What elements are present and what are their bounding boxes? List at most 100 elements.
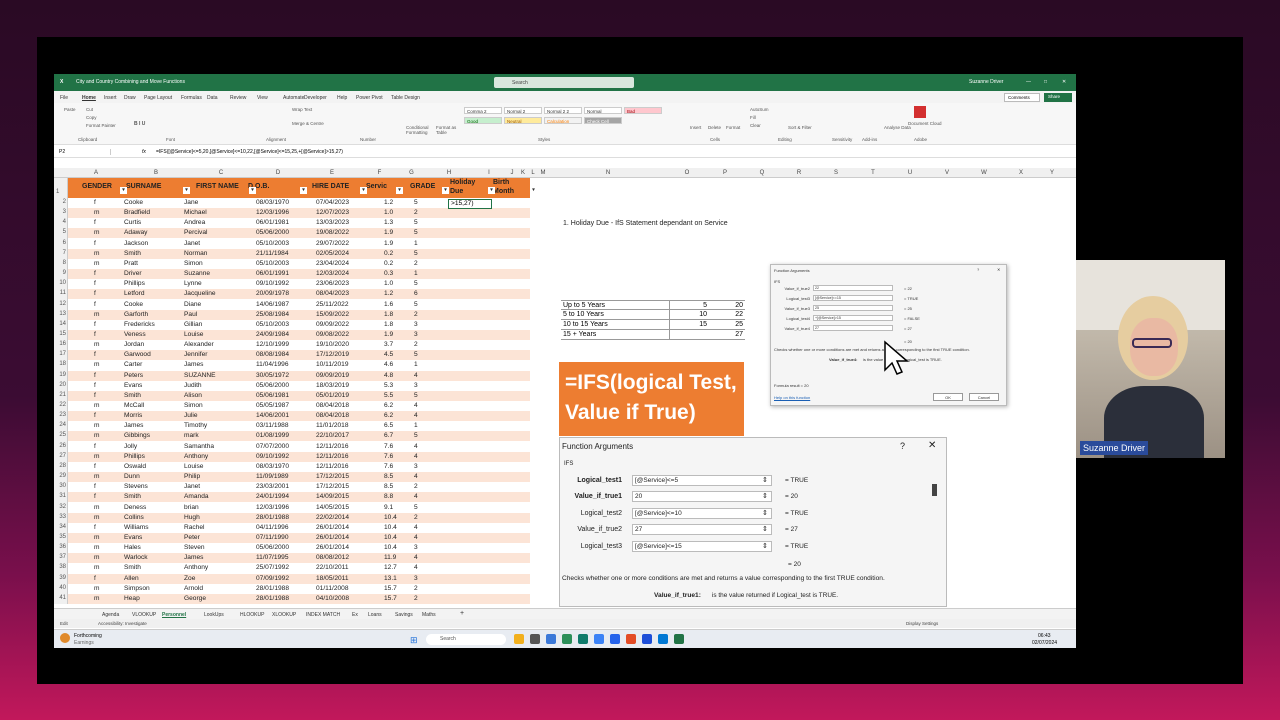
table-row[interactable]: 21 f Smith Alison 05/06/1981 05/01/2019 5.5 5 (59, 390, 530, 401)
table-cell[interactable]: Jacqueline (184, 290, 216, 297)
table-cell[interactable]: m (94, 595, 100, 602)
table-cell[interactable]: 19/08/2022 (316, 229, 349, 236)
table-cell[interactable]: m (94, 544, 100, 551)
table-cell[interactable]: 7.6 (384, 463, 393, 470)
argument-input[interactable]: 20 (632, 491, 772, 503)
table-cell[interactable]: Jolly (124, 443, 137, 450)
table-row[interactable]: 27 m Phillips Anthony 09/10/1992 12/11/2016 7.… (59, 451, 530, 462)
column-header-d[interactable]: D (254, 170, 302, 176)
table-cell[interactable]: SUZANNE (184, 372, 216, 379)
table-cell[interactable]: 11/04/1996 (256, 361, 289, 368)
table-cell[interactable]: f (94, 219, 96, 226)
table-row[interactable]: 17 f Garwood Jennifer 08/08/1984 17/12/2019 4.… (59, 350, 530, 361)
table-cell[interactable]: 1.8 (384, 321, 393, 328)
table-cell[interactable]: 05/06/1981 (256, 392, 289, 399)
filter-dropdown-icon[interactable]: ▾ (360, 187, 367, 194)
table-cell[interactable]: 5 (414, 504, 418, 511)
table-cell[interactable]: Hugh (184, 514, 200, 521)
header-birth-month[interactable]: Birth Month (493, 178, 527, 196)
table-cell[interactable]: Allen (124, 575, 139, 582)
table-cell[interactable]: 18/03/2019 (316, 382, 349, 389)
sheet-tab-index-match[interactable]: INDEX MATCH (306, 612, 340, 618)
table-cell[interactable]: 6.5 (384, 422, 393, 429)
table-cell[interactable]: 4 (414, 402, 418, 409)
table-cell[interactable]: Smith (124, 250, 141, 257)
cut-button[interactable]: Cut (86, 107, 93, 112)
collapse-dialog-icon[interactable]: ⇕ (762, 476, 768, 484)
table-cell[interactable]: James (184, 361, 203, 368)
table-cell[interactable]: Peter (184, 534, 200, 541)
table-cell[interactable]: Veness (124, 331, 146, 338)
table-cell[interactable]: f (94, 270, 96, 277)
table-cell[interactable]: 13.1 (384, 575, 397, 582)
column-header-o[interactable]: O (668, 170, 706, 176)
table-cell[interactable]: Pratt (124, 260, 138, 267)
table-cell[interactable]: 10.4 (384, 524, 397, 531)
insert-cells-button[interactable]: Insert (690, 125, 701, 130)
table-cell[interactable]: 2 (414, 209, 418, 216)
delete-cells-button[interactable]: Delete (708, 125, 721, 130)
table-cell[interactable]: Deness (124, 504, 146, 511)
table-row[interactable]: 14 f Fredericks Gillian 05/10/2003 09/09/2022… (59, 319, 530, 330)
table-cell[interactable]: Simon (184, 260, 203, 267)
column-header-c[interactable]: C (188, 170, 254, 176)
table-cell[interactable]: Timothy (184, 422, 207, 429)
table-cell[interactable]: 3 (414, 382, 418, 389)
table-cell[interactable]: Dunn (124, 473, 140, 480)
table-cell[interactable]: 26/01/2014 (316, 544, 349, 551)
column-header-u[interactable]: U (892, 170, 928, 176)
table-cell[interactable]: 3.7 (384, 341, 393, 348)
preview-argument-input[interactable]: [@Service]<=15 (813, 295, 893, 301)
display-settings[interactable]: Display Settings (906, 621, 938, 626)
dialog-scrollbar[interactable] (932, 484, 937, 496)
table-cell[interactable]: 7.6 (384, 453, 393, 460)
table-row[interactable]: 32 m Deness brian 12/03/1996 14/05/2015 9.1 5 (59, 502, 530, 513)
column-header-g[interactable]: G (397, 170, 426, 176)
column-header-b[interactable]: B (124, 170, 188, 176)
table-cell[interactable]: 2 (414, 483, 418, 490)
table-cell[interactable]: McCall (124, 402, 144, 409)
table-cell[interactable]: 08/03/1970 (256, 199, 289, 206)
table-cell[interactable]: 05/06/2000 (256, 382, 289, 389)
menu-file[interactable]: File (60, 95, 68, 101)
column-header-a[interactable]: A (68, 170, 124, 176)
table-cell[interactable]: 5 (414, 280, 418, 287)
table-cell[interactable]: Cooke (124, 301, 143, 308)
table-cell[interactable]: 06/01/1981 (256, 219, 289, 226)
table-cell[interactable]: 21/11/1984 (256, 250, 289, 257)
table-cell[interactable]: 4.5 (384, 351, 393, 358)
table-cell[interactable]: 1 (414, 240, 418, 247)
table-cell[interactable]: Letford (124, 290, 145, 297)
table-cell[interactable]: f (94, 382, 96, 389)
table-row[interactable]: 26 f Jolly Samantha 07/07/2000 12/11/2016 7.6 4 (59, 441, 530, 452)
filter-dropdown-icon[interactable]: ▾ (120, 187, 127, 194)
table-cell[interactable]: 17/12/2015 (316, 473, 349, 480)
addins-button[interactable]: Add-ins (862, 137, 877, 142)
table-row[interactable]: 12 f Cooke Diane 14/06/1987 25/11/2022 1.6 5 (59, 299, 530, 310)
table-row[interactable]: 19 f Peters SUZANNE 30/05/1972 09/09/2019 4.8 4 (59, 370, 530, 381)
header-first-name[interactable]: FIRST NAME (196, 183, 239, 190)
table-cell[interactable]: 24/09/1984 (256, 331, 289, 338)
column-header-q[interactable]: Q (744, 170, 780, 176)
ok-button[interactable]: OK (933, 393, 963, 401)
column-header-f[interactable]: F (362, 170, 397, 176)
header-holiday-due[interactable]: Holiday Due (450, 178, 484, 196)
table-cell[interactable]: Gibbings (124, 432, 150, 439)
collapse-dialog-icon[interactable]: ⇕ (762, 492, 768, 500)
table-row[interactable]: 24 m James Timothy 03/11/1988 11/01/2018 6.5 1 (59, 421, 530, 432)
table-row[interactable]: 18 m Carter James 11/04/1996 10/11/2019 4.6 1 (59, 360, 530, 371)
table-cell[interactable]: 09/10/1992 (256, 453, 289, 460)
table-cell[interactable]: f (94, 412, 96, 419)
table-cell[interactable]: 01/08/1999 (256, 432, 289, 439)
argument-input[interactable]: [@Service]<=15 (632, 540, 772, 552)
table-cell[interactable]: 12/11/2016 (316, 463, 349, 470)
table-cell[interactable]: f (94, 199, 96, 206)
table-cell[interactable]: 08/04/2018 (316, 412, 349, 419)
table-cell[interactable]: 28/01/1988 (256, 514, 289, 521)
table-row[interactable]: 16 m Jordan Alexander 12/10/1999 19/10/2020 3.… (59, 340, 530, 351)
table-cell[interactable]: Percival (184, 229, 207, 236)
preview-close-icon[interactable]: ✕ (997, 267, 1000, 272)
table-cell[interactable]: 19/10/2020 (316, 341, 349, 348)
table-cell[interactable]: Curtis (124, 219, 141, 226)
format-cells-button[interactable]: Format (726, 125, 740, 130)
